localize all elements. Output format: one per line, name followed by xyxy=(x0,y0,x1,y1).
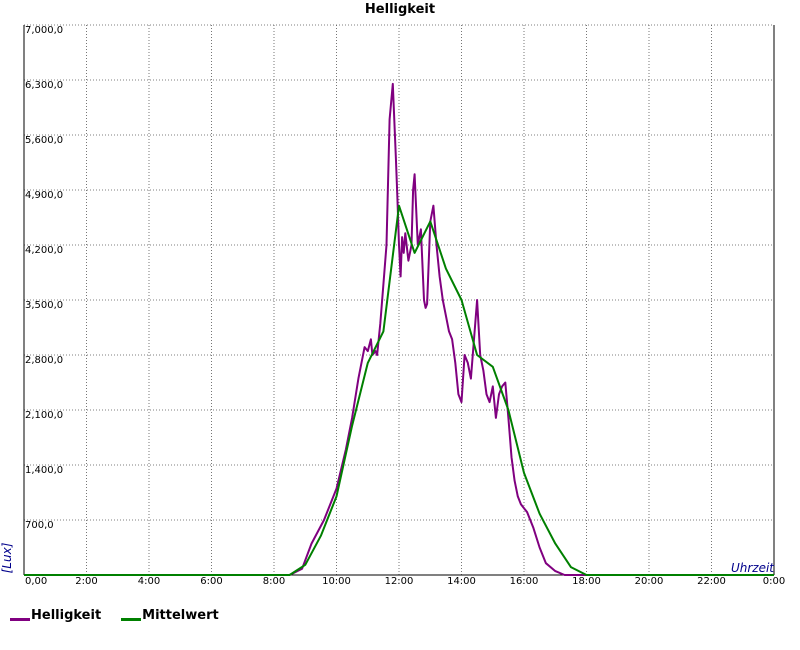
x-tick-label: 0:00 xyxy=(763,576,785,587)
legend-item-helligkeit: Helligkeit xyxy=(10,608,101,623)
y-tick-label: 4,200,0 xyxy=(25,245,63,256)
y-tick-label: 700,0 xyxy=(25,520,54,531)
legend: Helligkeit Mittelwert xyxy=(10,608,239,623)
y-tick-label: 4,900,0 xyxy=(25,190,63,201)
x-tick-label: 2:00 xyxy=(75,576,97,587)
legend-item-mittelwert: Mittelwert xyxy=(121,608,219,623)
y-axis-ticks: 700,0 1,400,0 2,100,0 2,800,0 3,500,0 4,200,0… xyxy=(25,25,63,531)
y-tick-label: 3,500,0 xyxy=(25,300,63,311)
x-tick-label: 18:00 xyxy=(572,576,601,587)
y-axis-label: [Lux] xyxy=(0,542,14,573)
y-tick-label: 1,400,0 xyxy=(25,465,63,476)
legend-label-helligkeit: Helligkeit xyxy=(31,608,102,623)
chart: Helligkeit 700,0 1,400,0 2,100,0 2,800,0 3,5… xyxy=(0,2,785,587)
y-tick-label: 7,000,0 xyxy=(25,25,63,36)
y-tick-label: 5,600,0 xyxy=(25,135,63,146)
legend-swatch-helligkeit xyxy=(10,618,30,621)
x-tick-label: 22:00 xyxy=(697,576,726,587)
x-axis-ticks: 0,00 2:00 4:00 6:00 8:00 10:00 12:00 14:00 16:00… xyxy=(25,576,785,587)
legend-swatch-mittelwert xyxy=(121,618,142,621)
x-tick-label: 12:00 xyxy=(385,576,414,587)
x-tick-label: 14:00 xyxy=(447,576,476,587)
chart-title: Helligkeit xyxy=(365,2,435,17)
legend-label-mittelwert: Mittelwert xyxy=(142,608,219,623)
x-tick-label: 0,00 xyxy=(25,576,47,587)
x-tick-label: 20:00 xyxy=(635,576,664,587)
x-tick-label: 4:00 xyxy=(138,576,160,587)
grid xyxy=(24,24,774,575)
x-tick-label: 8:00 xyxy=(263,576,285,587)
x-tick-label: 6:00 xyxy=(200,576,222,587)
x-axis-label: Uhrzeit xyxy=(731,561,775,575)
y-tick-label: 2,800,0 xyxy=(25,355,63,366)
y-tick-label: 2,100,0 xyxy=(25,410,63,421)
y-tick-label: 6,300,0 xyxy=(25,80,63,91)
x-tick-label: 10:00 xyxy=(322,576,351,587)
x-tick-label: 16:00 xyxy=(510,576,539,587)
